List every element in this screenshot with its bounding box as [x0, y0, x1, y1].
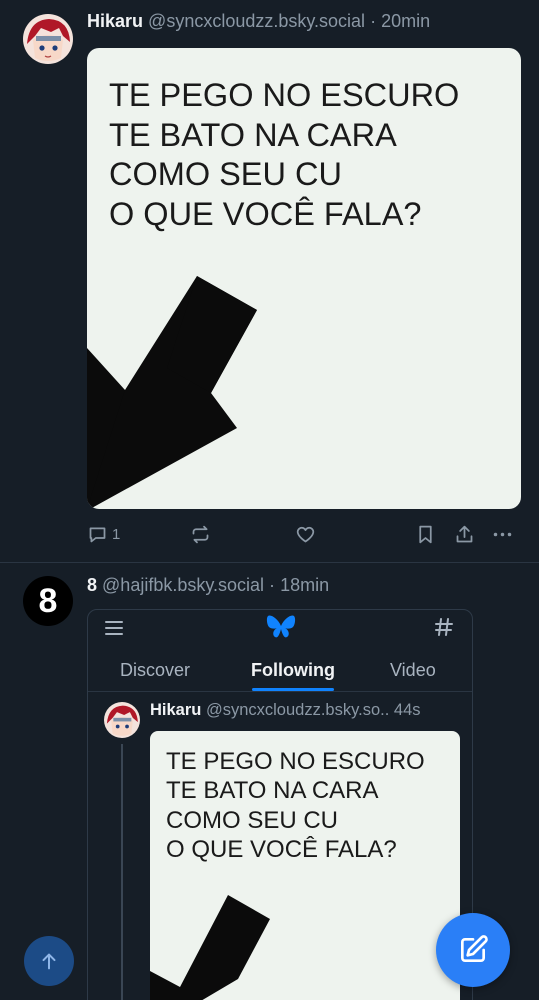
more-icon [493, 532, 512, 537]
post2-screenshot-image[interactable]: Discover Following Video Hikaru @syncxcl… [87, 609, 473, 1000]
arrow-up-icon [42, 953, 56, 970]
post2-avatar-label: 8 [38, 581, 58, 620]
post1-separator: · [370, 11, 377, 31]
reply-button[interactable]: 1 [87, 524, 120, 545]
share-button[interactable] [454, 524, 475, 545]
active-tab-indicator [252, 688, 334, 691]
embed-top-bar [88, 610, 472, 646]
black-arrow-graphic [87, 276, 257, 509]
post1-author-name[interactable]: Hikaru [87, 11, 143, 31]
embed-post-author-name: Hikaru [150, 701, 202, 719]
post2-avatar[interactable]: 8 [23, 576, 73, 626]
tab-following: Following [251, 660, 335, 680]
scroll-to-top-button[interactable] [24, 936, 74, 986]
post2-time[interactable]: 18min [280, 575, 329, 595]
compose-button[interactable] [436, 913, 510, 987]
post1-time[interactable]: 20min [381, 11, 430, 31]
post2-handle[interactable]: @hajifbk.bsky.social [102, 575, 264, 595]
like-icon [296, 526, 315, 543]
thread-line [121, 744, 123, 1000]
post1-handle[interactable]: @syncxcloudzz.bsky.social [148, 11, 365, 31]
post1-header: Hikaru @syncxcloudzz.bsky.social · 20min [87, 11, 430, 32]
bookmark-icon [419, 525, 432, 544]
menu-icon [105, 621, 123, 635]
share-icon [456, 525, 473, 543]
tab-discover: Discover [120, 660, 191, 680]
butterfly-logo-icon [266, 615, 296, 638]
post1-avatar[interactable] [23, 14, 73, 64]
embed-post-handle: @syncxcloudzz.bsky.so.. [205, 701, 390, 719]
post1-image[interactable]: TE PEGO NO ESCURO TE BATO NA CARA COMO S… [87, 48, 521, 509]
like-button[interactable] [295, 524, 316, 545]
repost-icon [192, 525, 209, 544]
repost-button[interactable] [190, 524, 211, 545]
embed-post-time: 44s [393, 701, 421, 719]
tab-video: Video [390, 660, 436, 680]
post2-author-name[interactable]: 8 [87, 575, 97, 595]
hashtag-icon [435, 618, 453, 636]
reply-icon [89, 527, 106, 543]
compose-icon [461, 935, 488, 962]
reply-count: 1 [112, 526, 121, 543]
post2-header: 8 @hajifbk.bsky.social · 18min [87, 575, 329, 596]
post2-separator: · [269, 575, 276, 595]
embed-post-image: TE PEGO NO ESCURO TE BATO NA CARA COMO S… [150, 731, 460, 1000]
bookmark-button[interactable] [415, 524, 436, 545]
post-divider [0, 562, 539, 563]
black-arrow-graphic [150, 895, 270, 1000]
embed-post-header: Hikaru @syncxcloudzz.bsky.so.. 44s [150, 701, 421, 720]
embed-post-avatar [104, 702, 140, 738]
embed-feed-tabs: Discover Following Video [88, 652, 472, 692]
more-button[interactable] [492, 524, 513, 545]
